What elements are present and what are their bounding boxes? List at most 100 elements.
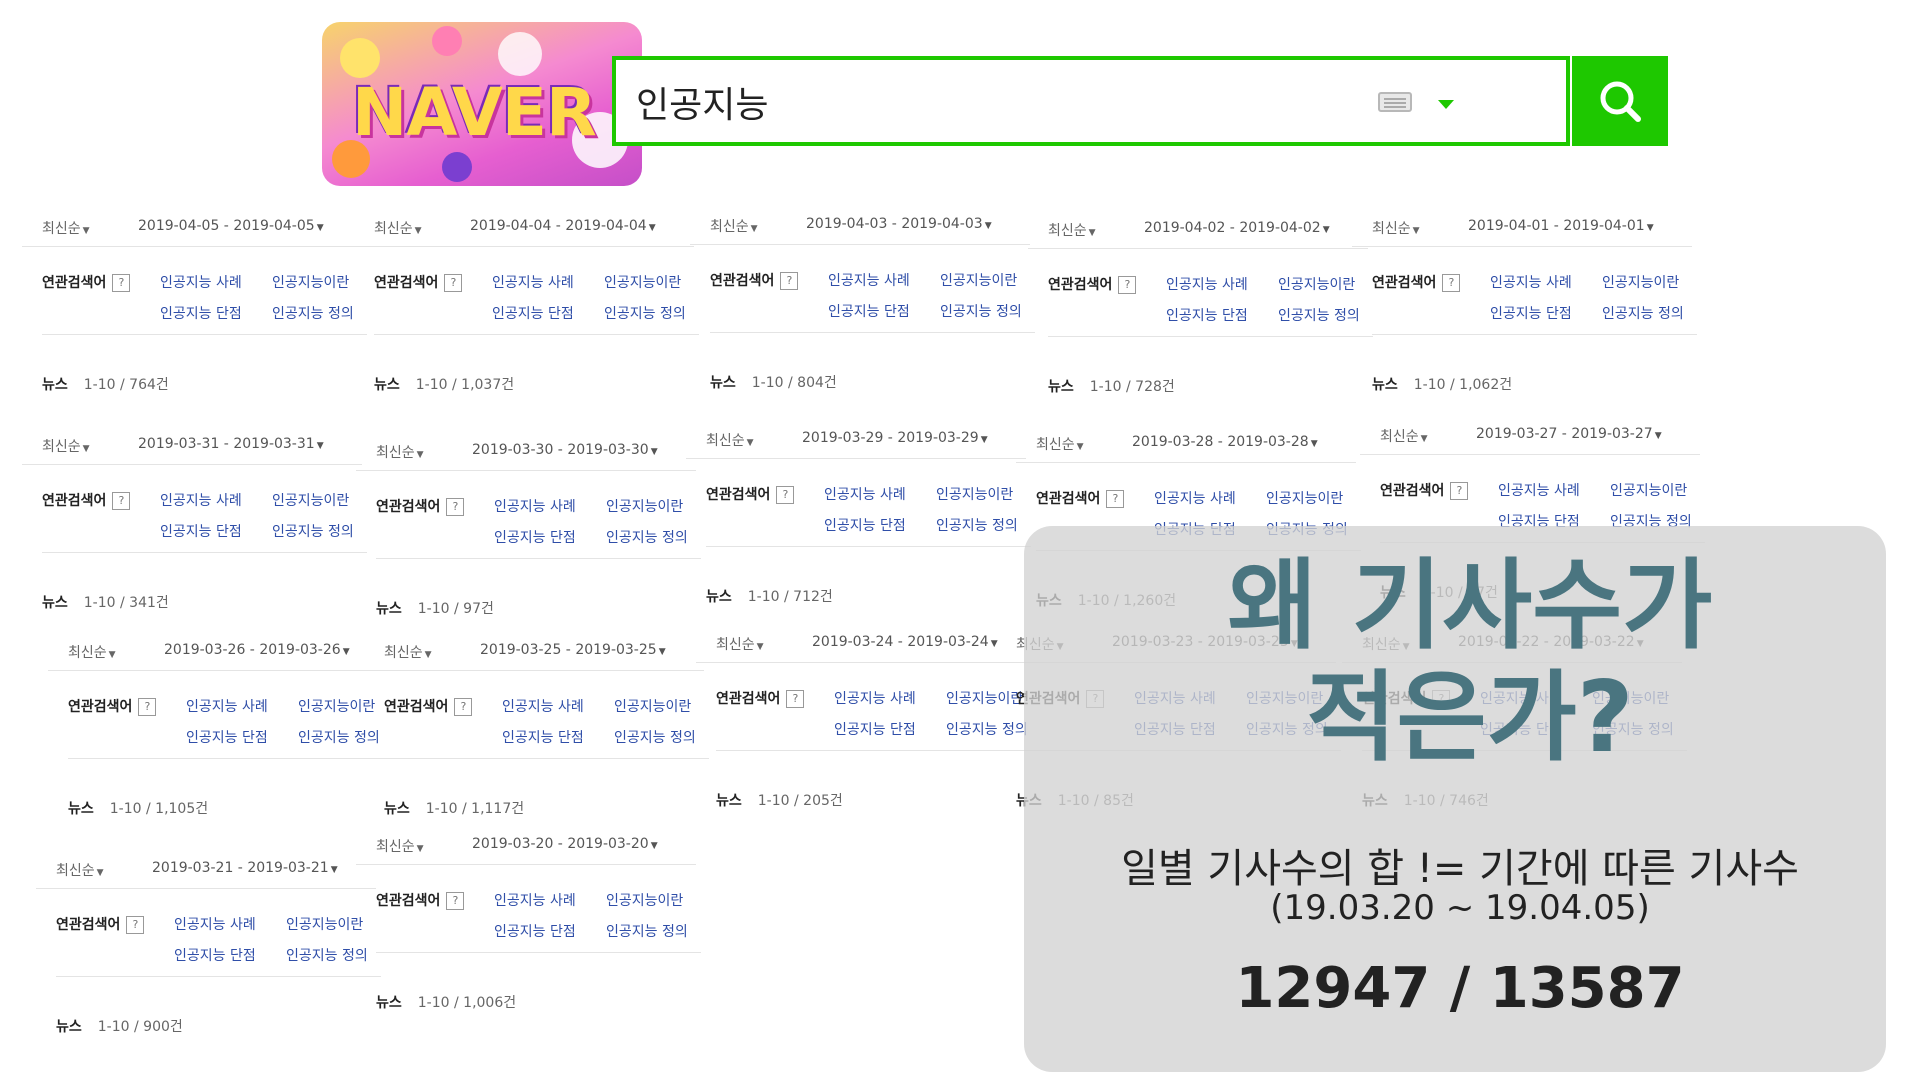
question-icon[interactable]: ?	[1442, 274, 1461, 292]
sort-dropdown[interactable]: 최신순▼	[1036, 434, 1084, 454]
news-label[interactable]: 뉴스	[374, 377, 400, 393]
question-icon[interactable]: ?	[1450, 482, 1469, 500]
date-range-dropdown[interactable]: 2019-03-24 - 2019-03-24 ▼	[812, 634, 998, 650]
question-icon[interactable]: ?	[446, 498, 465, 516]
caret-down-icon[interactable]	[1438, 100, 1454, 109]
date-range-dropdown[interactable]: 2019-03-31 - 2019-03-31 ▼	[138, 436, 324, 452]
related-tag[interactable]: 인공지능 사례	[1490, 272, 1572, 292]
related-tag[interactable]: 인공지능 사례	[1154, 488, 1236, 508]
related-tag[interactable]: 인공지능이란	[272, 272, 349, 292]
related-tag[interactable]: 인공지능 정의	[298, 727, 380, 747]
related-tag[interactable]: 인공지능이란	[614, 696, 691, 716]
related-tag[interactable]: 인공지능이란	[298, 696, 375, 716]
question-icon[interactable]: ?	[776, 486, 795, 504]
question-icon[interactable]: ?	[138, 698, 157, 716]
question-icon[interactable]: ?	[1106, 490, 1125, 508]
related-tag[interactable]: 인공지능 단점	[824, 515, 906, 535]
sort-dropdown[interactable]: 최신순▼	[56, 860, 104, 880]
related-tag[interactable]: 인공지능 사례	[502, 696, 584, 716]
related-tag[interactable]: 인공지능 정의	[604, 303, 686, 323]
sort-dropdown[interactable]: 최신순▼	[374, 218, 422, 238]
related-tag[interactable]: 인공지능이란	[1266, 488, 1343, 508]
related-tag[interactable]: 인공지능 단점	[834, 719, 916, 739]
search-button[interactable]	[1572, 56, 1668, 146]
related-tag[interactable]: 인공지능이란	[946, 688, 1023, 708]
sort-dropdown[interactable]: 최신순▼	[68, 642, 116, 662]
sort-dropdown[interactable]: 최신순▼	[706, 430, 754, 450]
date-range-dropdown[interactable]: 2019-04-05 - 2019-04-05 ▼	[138, 218, 324, 234]
sort-dropdown[interactable]: 최신순▼	[376, 442, 424, 462]
date-range-dropdown[interactable]: 2019-04-01 - 2019-04-01 ▼	[1468, 218, 1654, 234]
news-label[interactable]: 뉴스	[706, 589, 732, 605]
date-range-dropdown[interactable]: 2019-03-30 - 2019-03-30 ▼	[472, 442, 658, 458]
related-tag[interactable]: 인공지능 단점	[1490, 303, 1572, 323]
related-tag[interactable]: 인공지능 사례	[824, 484, 906, 504]
related-tag[interactable]: 인공지능 사례	[174, 914, 256, 934]
related-tag[interactable]: 인공지능이란	[604, 272, 681, 292]
related-tag[interactable]: 인공지능 정의	[936, 515, 1018, 535]
question-icon[interactable]: ?	[444, 274, 463, 292]
news-label[interactable]: 뉴스	[1048, 379, 1074, 395]
news-label[interactable]: 뉴스	[716, 793, 742, 809]
date-range-dropdown[interactable]: 2019-03-25 - 2019-03-25 ▼	[480, 642, 666, 658]
sort-dropdown[interactable]: 최신순▼	[376, 836, 424, 856]
date-range-dropdown[interactable]: 2019-03-27 - 2019-03-27 ▼	[1476, 426, 1662, 442]
related-tag[interactable]: 인공지능이란	[1278, 274, 1355, 294]
related-tag[interactable]: 인공지능이란	[936, 484, 1013, 504]
sort-dropdown[interactable]: 최신순▼	[1048, 220, 1096, 240]
related-tag[interactable]: 인공지능 정의	[1278, 305, 1360, 325]
sort-dropdown[interactable]: 최신순▼	[42, 218, 90, 238]
date-range-dropdown[interactable]: 2019-03-26 - 2019-03-26 ▼	[164, 642, 350, 658]
sort-dropdown[interactable]: 최신순▼	[1372, 218, 1420, 238]
related-tag[interactable]: 인공지능 사례	[160, 272, 242, 292]
sort-dropdown[interactable]: 최신순▼	[42, 436, 90, 456]
related-tag[interactable]: 인공지능이란	[272, 490, 349, 510]
news-label[interactable]: 뉴스	[376, 601, 402, 617]
news-label[interactable]: 뉴스	[68, 801, 94, 817]
related-tag[interactable]: 인공지능 사례	[834, 688, 916, 708]
related-tag[interactable]: 인공지능이란	[940, 270, 1017, 290]
related-tag[interactable]: 인공지능 단점	[174, 945, 256, 965]
related-tag[interactable]: 인공지능 단점	[186, 727, 268, 747]
related-tag[interactable]: 인공지능 정의	[286, 945, 368, 965]
related-tag[interactable]: 인공지능 정의	[940, 301, 1022, 321]
related-tag[interactable]: 인공지능 사례	[494, 890, 576, 910]
question-icon[interactable]: ?	[112, 274, 131, 292]
date-range-dropdown[interactable]: 2019-04-03 - 2019-04-03 ▼	[806, 216, 992, 232]
date-range-dropdown[interactable]: 2019-03-28 - 2019-03-28 ▼	[1132, 434, 1318, 450]
related-tag[interactable]: 인공지능 사례	[492, 272, 574, 292]
date-range-dropdown[interactable]: 2019-03-29 - 2019-03-29 ▼	[802, 430, 988, 446]
news-label[interactable]: 뉴스	[384, 801, 410, 817]
related-tag[interactable]: 인공지능 사례	[1498, 480, 1580, 500]
related-tag[interactable]: 인공지능이란	[606, 890, 683, 910]
question-icon[interactable]: ?	[786, 690, 805, 708]
related-tag[interactable]: 인공지능 단점	[1166, 305, 1248, 325]
related-tag[interactable]: 인공지능 단점	[494, 527, 576, 547]
related-tag[interactable]: 인공지능이란	[286, 914, 363, 934]
related-tag[interactable]: 인공지능 단점	[494, 921, 576, 941]
related-tag[interactable]: 인공지능 단점	[160, 303, 242, 323]
sort-dropdown[interactable]: 최신순▼	[1380, 426, 1428, 446]
related-tag[interactable]: 인공지능 정의	[1602, 303, 1684, 323]
sort-dropdown[interactable]: 최신순▼	[384, 642, 432, 662]
keyboard-icon[interactable]	[1378, 92, 1412, 112]
related-tag[interactable]: 인공지능 사례	[494, 496, 576, 516]
news-label[interactable]: 뉴스	[710, 375, 736, 391]
related-tag[interactable]: 인공지능 단점	[160, 521, 242, 541]
related-tag[interactable]: 인공지능 정의	[272, 521, 354, 541]
news-label[interactable]: 뉴스	[42, 377, 68, 393]
date-range-dropdown[interactable]: 2019-04-04 - 2019-04-04 ▼	[470, 218, 656, 234]
sort-dropdown[interactable]: 최신순▼	[710, 216, 758, 236]
related-tag[interactable]: 인공지능이란	[606, 496, 683, 516]
related-tag[interactable]: 인공지능 정의	[614, 727, 696, 747]
news-label[interactable]: 뉴스	[1372, 377, 1398, 393]
related-tag[interactable]: 인공지능 정의	[606, 921, 688, 941]
related-tag[interactable]: 인공지능 정의	[272, 303, 354, 323]
naver-logo[interactable]: NAVER	[322, 22, 642, 186]
related-tag[interactable]: 인공지능 사례	[828, 270, 910, 290]
question-icon[interactable]: ?	[126, 916, 145, 934]
date-range-dropdown[interactable]: 2019-03-21 - 2019-03-21 ▼	[152, 860, 338, 876]
related-tag[interactable]: 인공지능 단점	[492, 303, 574, 323]
related-tag[interactable]: 인공지능 사례	[160, 490, 242, 510]
question-icon[interactable]: ?	[446, 892, 465, 910]
